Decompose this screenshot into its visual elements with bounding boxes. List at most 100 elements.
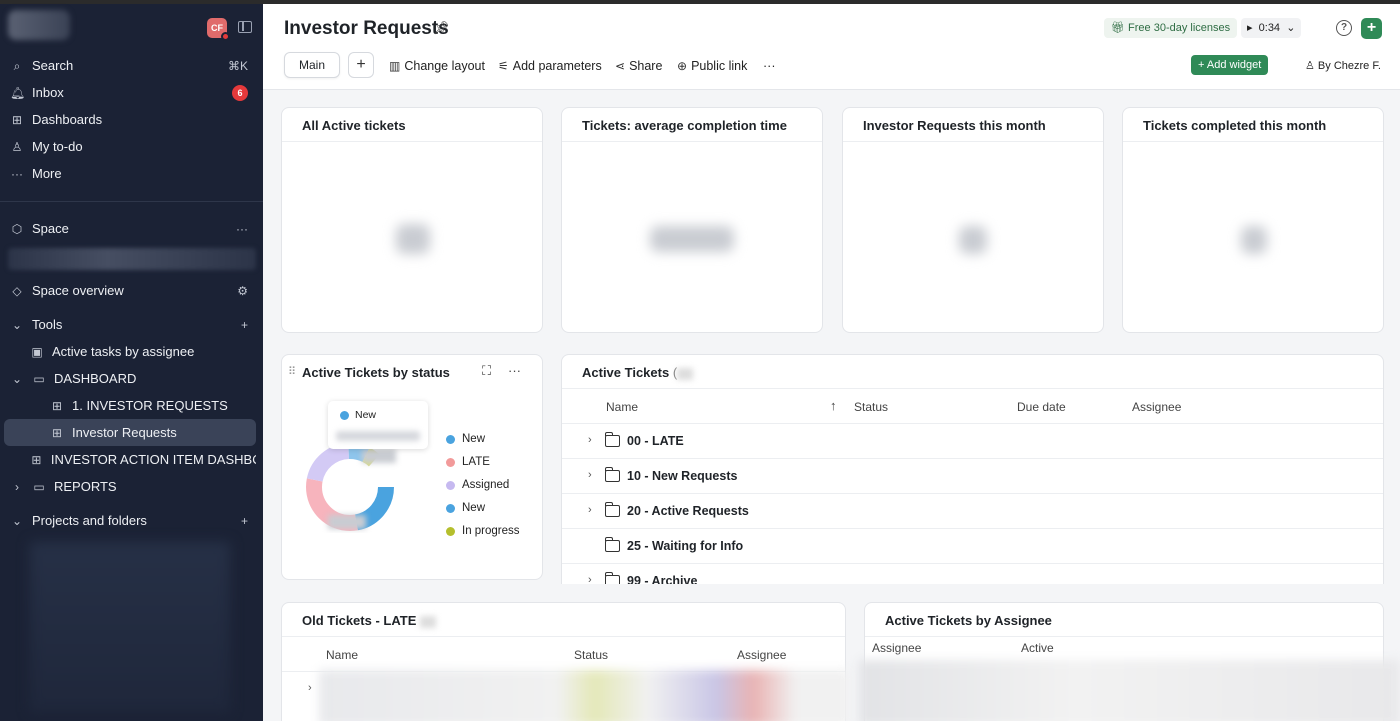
space-selector[interactable] bbox=[8, 248, 256, 270]
chevron-right-icon[interactable]: › bbox=[588, 504, 592, 516]
drag-handle-icon[interactable]: ⠿ bbox=[288, 365, 296, 378]
avatar[interactable]: CF bbox=[207, 18, 230, 41]
legend-item-in-progress[interactable]: In progress bbox=[446, 525, 520, 537]
card-title: All Active tickets bbox=[302, 118, 406, 133]
legend-item-new[interactable]: New bbox=[446, 433, 485, 445]
folder-icon: ▭ bbox=[33, 479, 45, 494]
inbox-badge: 6 bbox=[232, 84, 248, 101]
kpi-card-completed-month[interactable]: Tickets completed this month bbox=[1122, 107, 1384, 333]
add-widget-button[interactable]: + Add widget bbox=[1191, 55, 1269, 75]
sidebar-item-action-item-dashboard[interactable]: ⊞ INVESTOR ACTION ITEM DASHBO... bbox=[4, 446, 256, 473]
person-check-icon: ♙ bbox=[11, 139, 23, 154]
sidebar-item-search[interactable]: ⌕ Search ⌘K bbox=[4, 52, 256, 79]
sidebar-item-tools[interactable]: ⌄ Tools + bbox=[4, 311, 256, 338]
folder-icon bbox=[604, 467, 620, 482]
help-icon[interactable]: ? bbox=[1336, 20, 1352, 36]
add-parameters-button[interactable]: ⚟ Add parameters bbox=[498, 57, 602, 75]
sidebar-item-space[interactable]: ⬡ Space ··· bbox=[4, 215, 256, 242]
chevron-right-icon[interactable]: › bbox=[588, 469, 592, 481]
donut-chart[interactable] bbox=[302, 443, 402, 533]
sidebar-item-label: INVESTOR ACTION ITEM DASHBO... bbox=[50, 452, 256, 467]
sidebar-item-label: REPORTS bbox=[54, 479, 117, 494]
card-title: Active Tickets by status bbox=[302, 365, 450, 380]
share-label: Share bbox=[629, 59, 663, 73]
author-label: By Chezre F. bbox=[1317, 60, 1381, 72]
sidebar-item-label: Inbox bbox=[32, 85, 64, 100]
table-row[interactable]: › 00 - LATE bbox=[562, 424, 1383, 459]
add-tool-icon[interactable]: + bbox=[241, 318, 248, 332]
sidebar-item-label: 1. INVESTOR REQUESTS bbox=[72, 398, 228, 413]
active-tickets-card: Active Tickets ( Name ↑ Status Due date … bbox=[561, 354, 1384, 584]
sidebar-item-inbox[interactable]: 🔔︎ Inbox 6 bbox=[4, 79, 256, 106]
status-chart-card[interactable]: ⠿ Active Tickets by status ⛶ ··· New New… bbox=[281, 354, 543, 580]
card-title: Tickets completed this month bbox=[1143, 118, 1327, 133]
chevron-right-icon[interactable]: › bbox=[588, 574, 592, 584]
sort-asc-icon[interactable]: ↑ bbox=[830, 398, 837, 413]
space-more-icon[interactable]: ··· bbox=[236, 222, 248, 236]
legend-swatch bbox=[446, 503, 455, 513]
page-header: Investor Requests 📌︎ 🎁︎ Free 30-day lice… bbox=[263, 4, 1400, 90]
sidebar-item-space-overview[interactable]: ◇ Space overview ⚙ bbox=[4, 277, 256, 304]
sidebar-item-more[interactable]: ··· More bbox=[4, 160, 256, 187]
card-more-icon[interactable]: ··· bbox=[508, 363, 521, 378]
public-link-button[interactable]: ⊕ Public link bbox=[677, 57, 747, 75]
license-button[interactable]: 🎁︎ Free 30-day licenses bbox=[1104, 18, 1238, 38]
workspace-logo[interactable] bbox=[8, 10, 70, 40]
author-button[interactable]: ♙ By Chezre F. bbox=[1305, 59, 1381, 72]
column-header-status[interactable]: Status bbox=[854, 400, 888, 414]
folder-icon bbox=[604, 432, 620, 447]
sidebar-item-dashboard-folder[interactable]: ⌄ ▭ DASHBOARD bbox=[4, 365, 256, 392]
card-header: Tickets completed this month bbox=[1123, 108, 1383, 142]
kpi-card-avg-completion[interactable]: Tickets: average completion time bbox=[561, 107, 823, 333]
sidebar-item-dashboards[interactable]: ⊞ Dashboards bbox=[4, 106, 256, 133]
sidebar-item-label: More bbox=[32, 166, 62, 181]
sidebar-item-projects[interactable]: ⌄ Projects and folders + bbox=[4, 507, 256, 534]
more-options-icon[interactable]: ··· bbox=[763, 57, 776, 75]
column-header-active[interactable]: Active bbox=[1021, 641, 1054, 655]
column-header-name[interactable]: Name bbox=[606, 400, 638, 414]
legend-item-assigned[interactable]: Assigned bbox=[446, 479, 509, 491]
timer-control[interactable]: ▸ 0:34 ⌄ bbox=[1241, 18, 1302, 38]
chevron-right-icon[interactable]: › bbox=[588, 434, 592, 446]
collapse-sidebar-icon[interactable] bbox=[238, 21, 252, 33]
expand-icon[interactable]: ⛶ bbox=[482, 363, 491, 379]
kpi-card-all-active[interactable]: All Active tickets bbox=[281, 107, 543, 333]
sidebar-item-my-todo[interactable]: ♙ My to-do bbox=[4, 133, 256, 160]
kpi-card-requests-month[interactable]: Investor Requests this month bbox=[842, 107, 1104, 333]
folder-icon: ▭ bbox=[33, 371, 45, 386]
gift-icon: 🎁︎ bbox=[1111, 22, 1129, 34]
sidebar-item-active-tasks[interactable]: ▣ Active tasks by assignee bbox=[4, 338, 256, 365]
share-button[interactable]: ⋖ Share bbox=[615, 57, 662, 75]
legend-item-new-2[interactable]: New bbox=[446, 502, 485, 514]
add-tab-button[interactable]: + bbox=[348, 52, 374, 78]
sidebar-item-reports[interactable]: › ▭ REPORTS bbox=[4, 473, 256, 500]
column-header-name[interactable]: Name bbox=[326, 648, 358, 662]
column-header-assignee[interactable]: Assignee bbox=[737, 648, 786, 662]
table-row[interactable]: › 20 - Active Requests bbox=[562, 494, 1383, 529]
legend-swatch bbox=[446, 480, 455, 490]
column-header-due-date[interactable]: Due date bbox=[1017, 400, 1066, 414]
dashboard-icon: ⊞ bbox=[31, 452, 42, 467]
create-new-button[interactable]: + bbox=[1361, 18, 1382, 39]
row-name: 10 - New Requests bbox=[627, 469, 738, 483]
settings-gear-icon[interactable]: ⚙ bbox=[237, 284, 248, 298]
chevron-down-icon: ⌄ bbox=[1286, 22, 1296, 34]
change-layout-button[interactable]: ▥ Change layout bbox=[389, 57, 485, 75]
page-title: Investor Requests bbox=[284, 18, 449, 39]
sidebar-item-investor-requests-1[interactable]: ⊞ 1. INVESTOR REQUESTS bbox=[4, 392, 256, 419]
pin-icon[interactable]: 📌︎ bbox=[433, 20, 450, 36]
column-header-assignee[interactable]: Assignee bbox=[872, 641, 921, 655]
add-project-icon[interactable]: + bbox=[241, 514, 248, 528]
sidebar-item-investor-requests[interactable]: ⊞ Investor Requests bbox=[4, 419, 256, 446]
row-name: 25 - Waiting for Info bbox=[627, 539, 744, 553]
row-name: 20 - Active Requests bbox=[627, 504, 749, 518]
column-header-status[interactable]: Status bbox=[574, 648, 608, 662]
tab-main[interactable]: Main bbox=[284, 52, 340, 78]
table-row[interactable]: › 10 - New Requests bbox=[562, 459, 1383, 494]
table-row[interactable]: › 99 - Archive bbox=[562, 564, 1383, 584]
chevron-right-icon[interactable]: › bbox=[308, 682, 312, 694]
tooltip-label: New bbox=[355, 409, 377, 421]
legend-item-late[interactable]: LATE bbox=[446, 456, 490, 468]
table-row[interactable]: 25 - Waiting for Info bbox=[562, 529, 1383, 564]
column-header-assignee[interactable]: Assignee bbox=[1132, 400, 1181, 414]
